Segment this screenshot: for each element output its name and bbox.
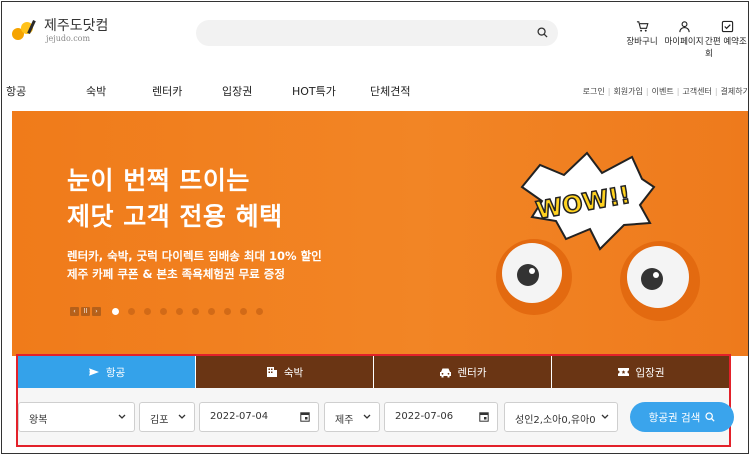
trip-type-select[interactable]: 왕복 — [18, 402, 135, 432]
logo[interactable]: 제주도닷컴 jejudo.com — [12, 18, 108, 46]
slide-dot[interactable] — [112, 308, 119, 315]
banner-title: 눈이 번쩍 뜨이는 제닷 고객 전용 혜택 — [67, 166, 283, 231]
sub-nav: 로그인 | 회원가입 | 이벤트 | 고객센터 | 결제하기 — [582, 87, 749, 96]
booking-search-panel: 항공 숙박 렌터카 입장권 왕복 김포 2022-07-04 제주 2022-0… — [16, 354, 734, 447]
logo-domain: jejudo.com — [46, 34, 91, 43]
logo-name: 제주도닷컴 — [44, 18, 109, 34]
login-link[interactable]: 로그인 — [583, 87, 605, 96]
nav-item-ticket[interactable]: 입장권 — [222, 83, 252, 99]
slide-dot[interactable] — [176, 308, 183, 315]
return-date-input[interactable]: 2022-07-06 — [384, 402, 498, 432]
slide-dot[interactable] — [160, 308, 167, 315]
slide-dot[interactable] — [240, 308, 247, 315]
search-input[interactable] — [208, 24, 518, 42]
nav-item-flight[interactable]: 항공 — [6, 83, 26, 99]
signup-link[interactable]: 회원가입 — [613, 87, 642, 96]
slide-dot[interactable] — [224, 308, 231, 315]
search-box — [196, 20, 558, 46]
nav-item-hot-deal[interactable]: HOT특가 — [292, 83, 336, 99]
slide-dot[interactable] — [128, 308, 135, 315]
prev-slide-button[interactable]: ‹ — [70, 307, 79, 316]
booking-fields: 왕복 김포 2022-07-04 제주 2022-07-06 성인2,소아0,유… — [18, 388, 734, 445]
search-icon — [705, 412, 715, 422]
tab-flight[interactable]: 항공 — [18, 356, 196, 388]
quick-reservation-link[interactable]: 간편 예약조회 — [705, 20, 748, 59]
tab-rentcar[interactable]: 렌터카 — [374, 356, 552, 388]
plane-icon — [88, 368, 99, 376]
user-icon — [678, 21, 690, 33]
wow-eyes-illustration: WOW!! — [496, 151, 700, 321]
event-link[interactable]: 이벤트 — [652, 87, 674, 96]
slider-controls: ‹ ll › — [70, 307, 263, 316]
payment-link[interactable]: 결제하기 — [721, 87, 748, 96]
slide-dot[interactable] — [208, 308, 215, 315]
flight-search-button[interactable]: 항공권 검색 — [630, 402, 734, 432]
checkbox-icon — [721, 20, 734, 33]
next-slide-button[interactable]: › — [92, 307, 101, 316]
calendar-icon — [479, 412, 489, 422]
booking-tabs: 항공 숙박 렌터카 입장권 — [18, 356, 729, 388]
slide-dot[interactable] — [256, 308, 263, 315]
ticket-icon — [617, 368, 629, 376]
nav-item-lodging[interactable]: 숙박 — [86, 83, 106, 99]
depart-date-input[interactable]: 2022-07-04 — [199, 402, 319, 432]
tab-lodging[interactable]: 숙박 — [196, 356, 374, 388]
departure-select[interactable]: 김포 — [139, 402, 195, 432]
calendar-icon — [300, 412, 310, 422]
car-icon — [439, 368, 451, 377]
mypage-link[interactable]: 마이페이지 — [661, 20, 707, 47]
search-icon[interactable] — [537, 27, 548, 38]
quick-reservation-label: 간편 예약조회 — [705, 37, 747, 59]
chevron-down-icon — [363, 414, 371, 419]
customer-center-link[interactable]: 고객센터 — [682, 87, 711, 96]
nav-item-group-quote[interactable]: 단체견적 — [370, 83, 410, 99]
building-icon — [266, 367, 277, 377]
slide-dots — [103, 308, 263, 315]
cart-link[interactable]: 장바구니 — [622, 20, 662, 47]
tab-ticket[interactable]: 입장권 — [552, 356, 729, 388]
cart-icon — [636, 21, 649, 32]
main-nav: 항공 숙박 렌터카 입장권 HOT특가 단체견적 로그인 | 회원가입 | 이벤트 | 고객… — [2, 76, 749, 104]
pause-button[interactable]: ll — [81, 307, 90, 316]
mypage-label: 마이페이지 — [664, 37, 704, 47]
chevron-down-icon — [601, 414, 609, 419]
page-frame: 제주도닷컴 jejudo.com 장바구니 마이페이지 간편 예약조회 항공 숙… — [1, 1, 749, 454]
chevron-down-icon — [118, 414, 126, 419]
cart-label: 장바구니 — [626, 37, 658, 47]
chevron-down-icon — [178, 414, 186, 419]
nav-item-rentcar[interactable]: 렌터카 — [152, 83, 182, 99]
banner-description: 렌터카, 숙박, 굿럭 다이렉트 짐배송 최대 10% 할인 제주 카페 쿠폰 … — [67, 249, 322, 281]
slide-dot[interactable] — [144, 308, 151, 315]
passenger-select[interactable]: 성인2,소아0,유아0 — [504, 402, 618, 432]
promo-banner[interactable]: 눈이 번쩍 뜨이는 제닷 고객 전용 혜택 렌터카, 숙박, 굿럭 다이렉트 짐… — [12, 111, 748, 356]
header: 제주도닷컴 jejudo.com 장바구니 마이페이지 간편 예약조회 — [2, 2, 748, 62]
slide-dot[interactable] — [192, 308, 199, 315]
arrival-select[interactable]: 제주 — [324, 402, 380, 432]
tangerine-logo-icon — [12, 18, 40, 46]
